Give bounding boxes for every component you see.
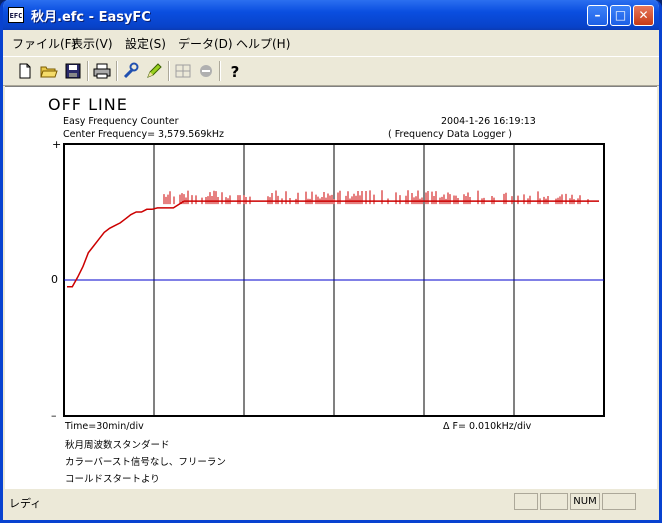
- app-icon[interactable]: EFC: [8, 7, 24, 23]
- menu-data[interactable]: データ(D): [178, 35, 233, 52]
- y-tick-zero: 0: [51, 273, 58, 286]
- note-line-1: 秋月周波数スタンダード: [65, 440, 170, 451]
- menu-settings[interactable]: 設定(S): [125, 35, 166, 52]
- y-tick-minus: –: [51, 409, 57, 422]
- menu-view[interactable]: 表示(V): [71, 35, 113, 52]
- wrench-icon[interactable]: [121, 61, 141, 81]
- menu-bar: ファイル(F) 表示(V) 設定(S) データ(D) ヘルプ(H): [3, 30, 659, 56]
- note-line-2: カラーバースト信号なし、フリーラン: [65, 457, 226, 468]
- maximize-button[interactable]: □: [610, 5, 631, 26]
- datetime-label: 2004-1-26 16:19:13: [441, 116, 536, 127]
- mode-label: ( Frequency Data Logger ): [388, 129, 513, 140]
- connection-status: OFF LINE: [48, 95, 128, 114]
- main-view: OFF LINE Easy Frequency Counter 2004-1-2…: [5, 86, 657, 489]
- title-bar[interactable]: EFC 秋月.efc - EasyFC – □ ✕: [3, 0, 659, 30]
- toolbar-separator: [116, 61, 118, 81]
- print-icon[interactable]: [92, 61, 112, 81]
- grid-icon[interactable]: [173, 61, 193, 81]
- status-bar: レディ NUM: [3, 490, 659, 520]
- menu-file[interactable]: ファイル(F): [12, 35, 76, 52]
- stop-icon[interactable]: [196, 61, 216, 81]
- save-icon[interactable]: [63, 61, 83, 81]
- minimize-button[interactable]: –: [587, 5, 608, 26]
- open-folder-icon[interactable]: [39, 61, 59, 81]
- note-line-3: コールドスタートより: [65, 474, 160, 485]
- svg-text:?: ?: [231, 63, 240, 81]
- num-lock-indicator: NUM: [570, 493, 600, 510]
- menu-help[interactable]: ヘルプ(H): [236, 35, 290, 52]
- status-text: レディ: [9, 497, 42, 510]
- center-frequency-label: Center Frequency= 3,579.569kHz: [63, 129, 225, 140]
- toolbar: ?: [3, 56, 659, 86]
- window-title: 秋月.efc - EasyFC: [31, 10, 151, 25]
- time-scale-label: Time=30min/div: [65, 421, 144, 432]
- application-window: EFC 秋月.efc - EasyFC – □ ✕ ファイル(F) 表示(V) …: [0, 0, 662, 523]
- frequency-scale-label: Δ F= 0.010kHz/div: [443, 421, 532, 432]
- pen-icon[interactable]: [144, 61, 164, 81]
- toolbar-separator: [219, 61, 221, 81]
- new-file-icon[interactable]: [15, 61, 35, 81]
- toolbar-separator: [168, 61, 170, 81]
- frequency-chart: [63, 143, 605, 417]
- status-pane: [514, 493, 538, 510]
- app-name-label: Easy Frequency Counter: [63, 116, 179, 127]
- status-pane: [602, 493, 636, 510]
- close-button[interactable]: ✕: [633, 5, 654, 26]
- help-icon[interactable]: ?: [225, 61, 245, 81]
- status-pane: [540, 493, 568, 510]
- toolbar-separator: [87, 61, 89, 81]
- y-tick-plus: +: [52, 138, 62, 151]
